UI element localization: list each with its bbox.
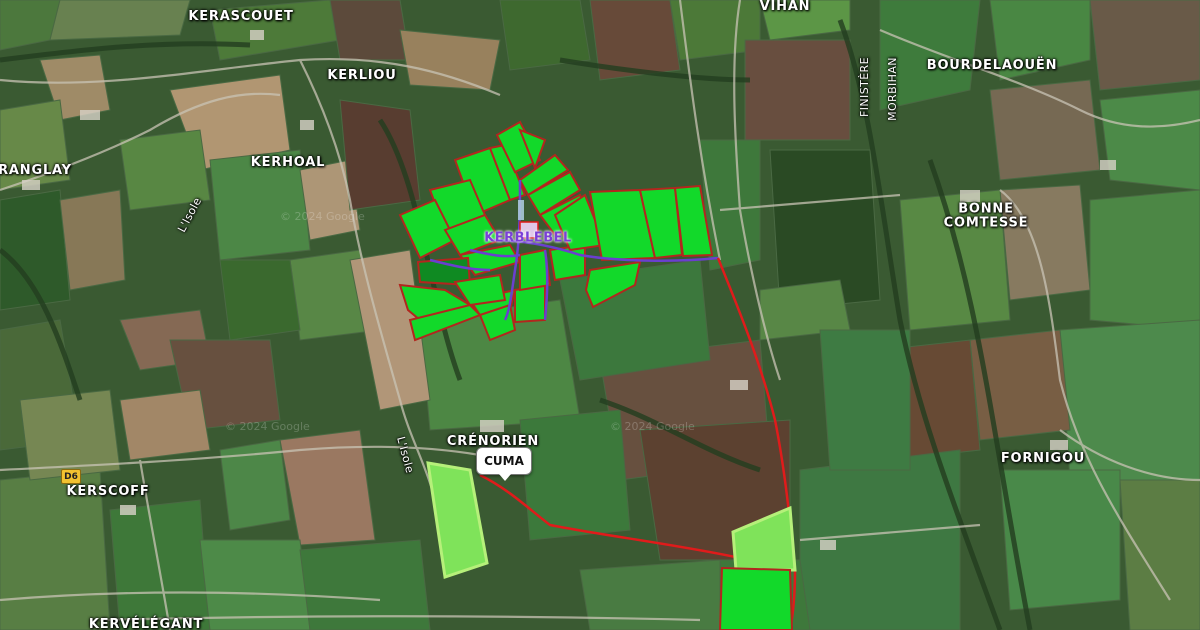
place-label-bonne-comtesse: BONNE COMTESSE [944,202,1029,229]
map-watermark: © 2024 Google [225,420,310,433]
map-watermark: © 2024 Google [610,420,695,433]
place-label-ranglay: RANGLAY [0,163,72,179]
map-watermark: © 2024 Google [280,210,365,223]
place-label-fornigou: FORNIGOU [1000,451,1086,467]
farm-label[interactable]: KERBLEBEL [484,231,572,246]
place-label-kerhoal: KERHOAL [250,155,326,171]
road-shield-d6: D6 [61,469,81,484]
map-imagery [0,0,1200,630]
place-label-kerliou: KERLIOU [327,68,397,84]
place-label-kerscoff: KERSCOFF [66,484,150,500]
place-label-kervelegant: KERVÉLÉGANT [88,617,204,630]
place-label-vihan: VIHAN [759,0,811,15]
place-label-bourdelaouen: BOURDELAOUËN [926,58,1058,74]
satellite-map[interactable]: KERASCOUET VIHAN KERLIOU BOURDELAOUËN RA… [0,0,1200,630]
cuma-marker[interactable]: CUMA [476,447,532,481]
place-label-kerascouet: KERASCOUET [188,9,294,25]
region-label-morbihan: MORBIHAN [886,57,900,121]
region-label-finistere: FINISTÈRE [858,57,872,117]
place-label-comtesse: COMTESSE [943,215,1029,230]
parcel [718,566,794,630]
